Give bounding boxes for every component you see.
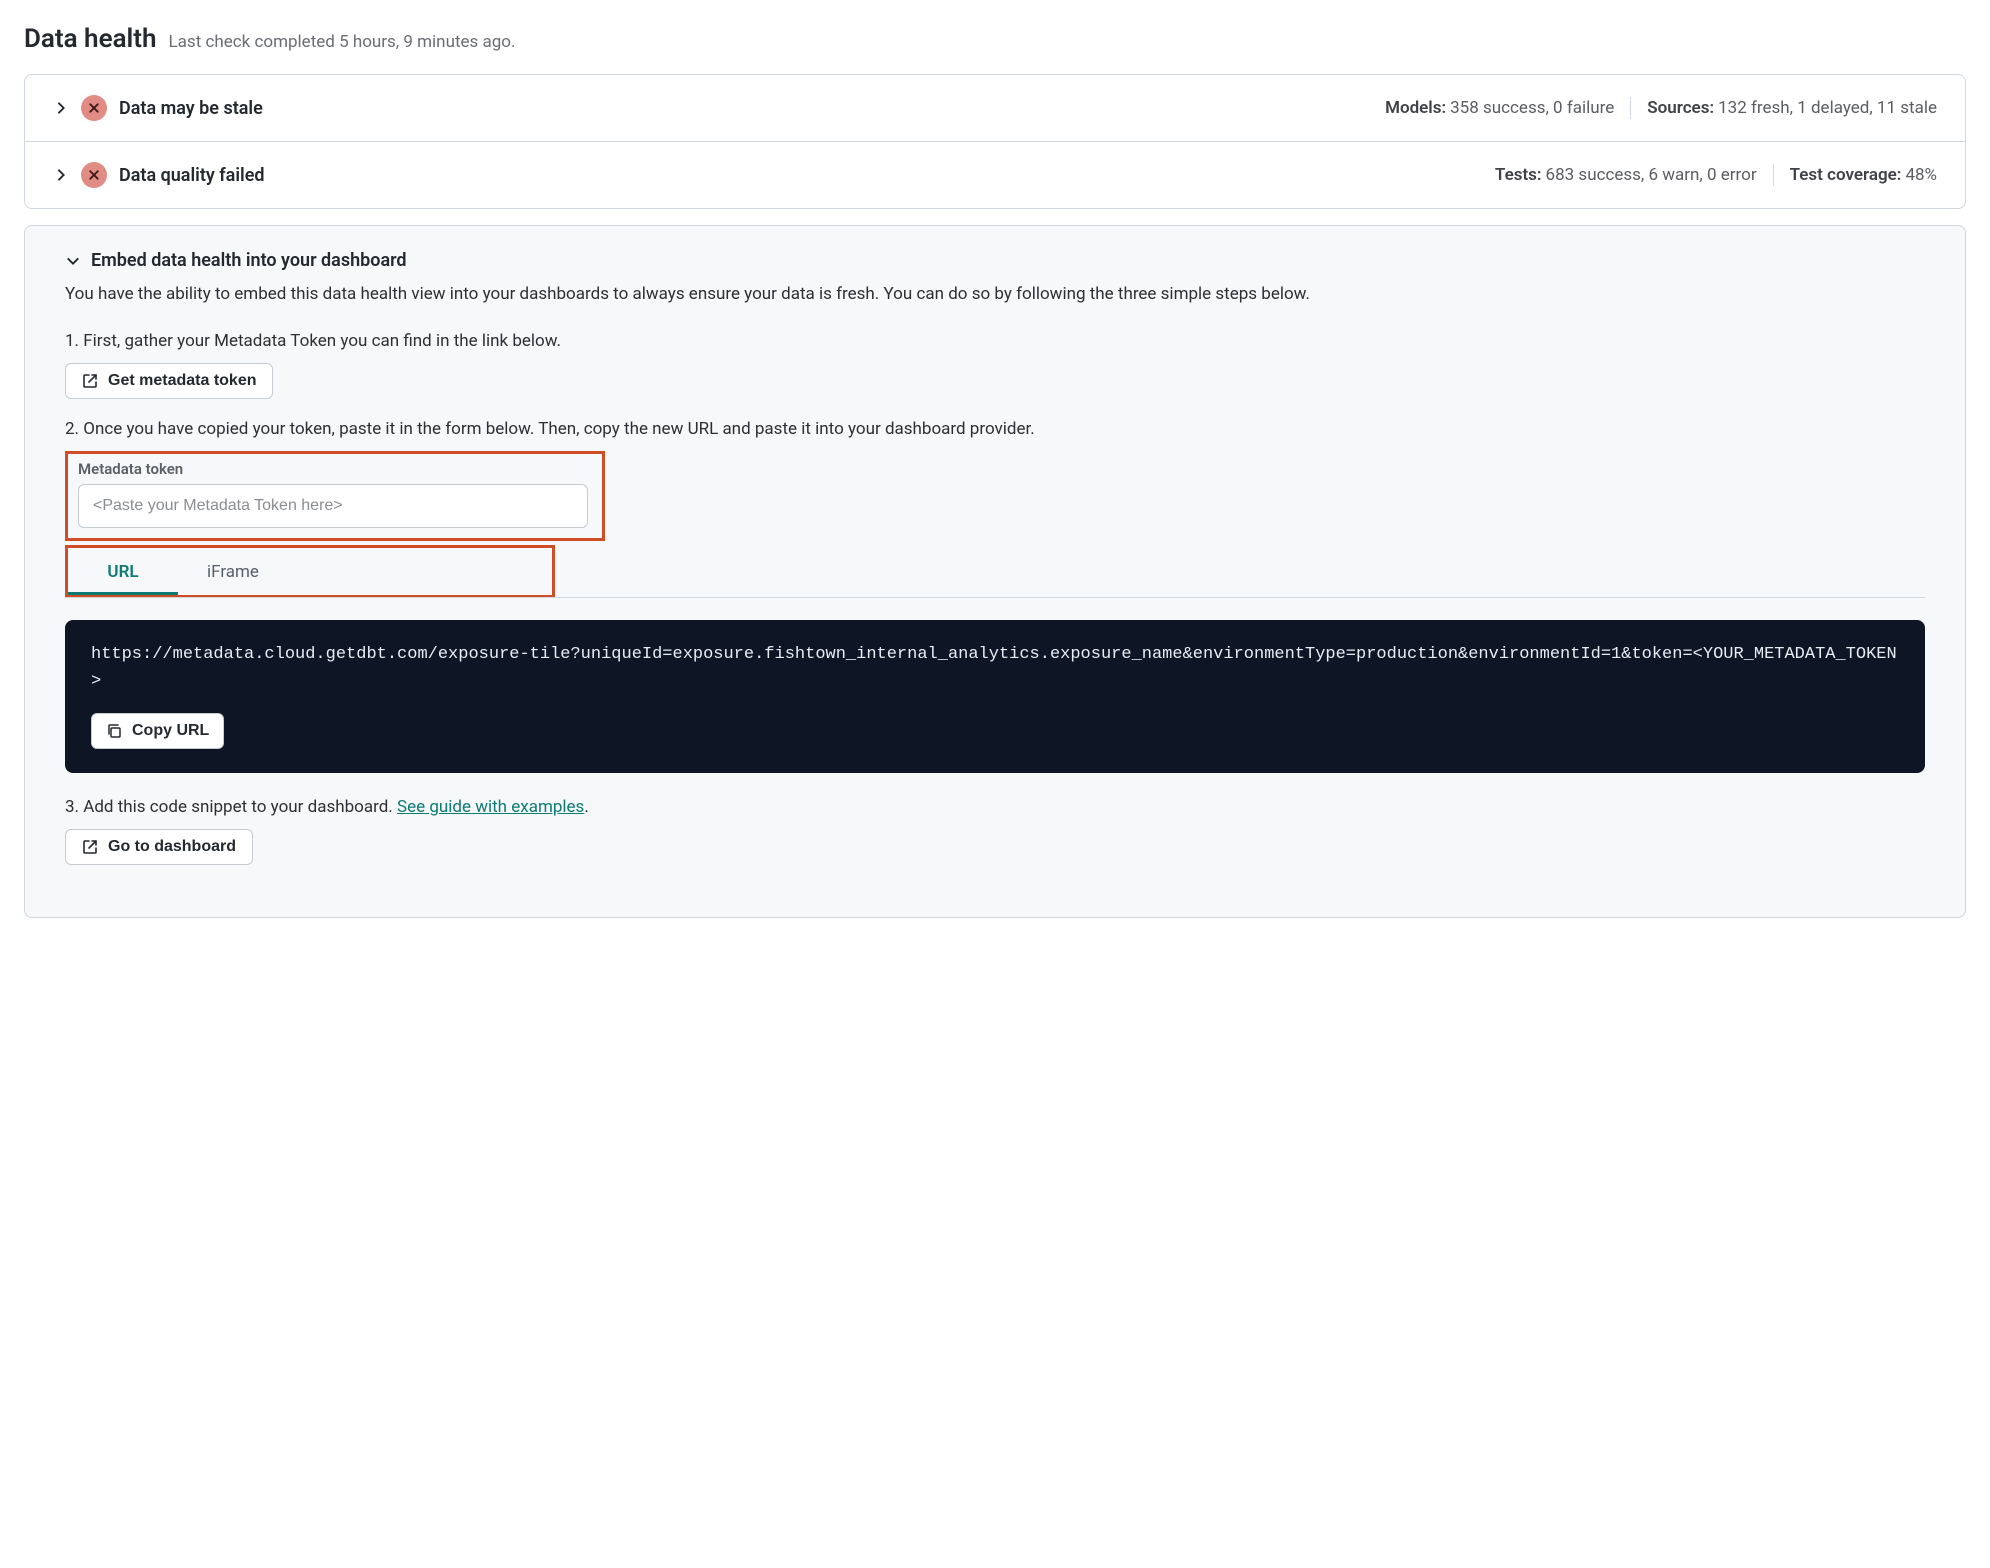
- status-row-title: Data quality failed: [119, 165, 265, 186]
- step3-prefix: 3. Add this code snippet to your dashboa…: [65, 797, 397, 817]
- step-text: 1. First, gather your Metadata Token you…: [65, 331, 1925, 351]
- stat-label: Test coverage:: [1790, 165, 1902, 185]
- status-row-stats: Models:358 success, 0 failure Sources:13…: [1385, 97, 1937, 119]
- metadata-token-input[interactable]: [78, 484, 588, 528]
- get-metadata-token-button[interactable]: Get metadata token: [65, 363, 273, 399]
- stat-separator: [1630, 97, 1631, 119]
- button-label: Go to dashboard: [108, 838, 236, 856]
- page-title: Data health: [24, 24, 157, 54]
- token-highlight-box: Metadata token: [65, 451, 605, 541]
- tab-iframe[interactable]: iFrame: [178, 548, 288, 595]
- embed-card: Embed data health into your dashboard Yo…: [24, 225, 1966, 918]
- external-link-icon: [82, 839, 98, 855]
- step-1: 1. First, gather your Metadata Token you…: [65, 331, 1925, 399]
- step-3: 3. Add this code snippet to your dashboa…: [65, 797, 1925, 865]
- step-text: 2. Once you have copied your token, past…: [65, 419, 1925, 439]
- button-label: Get metadata token: [108, 372, 256, 390]
- step-text: 3. Add this code snippet to your dashboa…: [65, 797, 1925, 817]
- stat-label: Models:: [1385, 98, 1446, 118]
- status-row-title: Data may be stale: [119, 98, 263, 119]
- tabs-highlight-box: URL iFrame: [65, 545, 555, 598]
- stat-label: Tests:: [1495, 165, 1542, 185]
- status-card: Data may be stale Models:358 success, 0 …: [24, 74, 1966, 209]
- step3-suffix: .: [584, 797, 588, 817]
- embed-header[interactable]: Embed data health into your dashboard: [65, 250, 1925, 271]
- code-block: https://metadata.cloud.getdbt.com/exposu…: [65, 620, 1925, 773]
- status-row-stale[interactable]: Data may be stale Models:358 success, 0 …: [25, 75, 1965, 142]
- step-2: 2. Once you have copied your token, past…: [65, 419, 1925, 773]
- status-row-left: Data quality failed: [53, 162, 1495, 188]
- embed-title: Embed data health into your dashboard: [91, 250, 407, 271]
- embed-tabs: URL iFrame: [68, 548, 552, 595]
- token-field-label: Metadata token: [78, 460, 592, 478]
- page-subtitle: Last check completed 5 hours, 9 minutes …: [169, 32, 516, 52]
- stat-value: 132 fresh, 1 delayed, 11 stale: [1718, 98, 1937, 118]
- stat-separator: [1773, 164, 1774, 186]
- stat-label: Sources:: [1647, 98, 1714, 118]
- chevron-right-icon: [53, 167, 69, 183]
- status-row-stats: Tests:683 success, 6 warn, 0 error Test …: [1495, 164, 1937, 186]
- button-label: Copy URL: [132, 722, 209, 740]
- page-header: Data health Last check completed 5 hours…: [24, 24, 1966, 54]
- error-icon: [81, 162, 107, 188]
- stat-value: 48%: [1905, 165, 1937, 185]
- status-row-quality[interactable]: Data quality failed Tests:683 success, 6…: [25, 142, 1965, 208]
- error-icon: [81, 95, 107, 121]
- external-link-icon: [82, 373, 98, 389]
- copy-icon: [106, 723, 122, 739]
- tabs-underline: [65, 597, 1925, 598]
- chevron-right-icon: [53, 100, 69, 116]
- tab-url[interactable]: URL: [68, 548, 178, 595]
- chevron-down-icon: [65, 253, 81, 269]
- code-text: https://metadata.cloud.getdbt.com/exposu…: [91, 642, 1899, 695]
- stat-value: 358 success, 0 failure: [1450, 98, 1614, 118]
- copy-url-button[interactable]: Copy URL: [91, 713, 224, 749]
- embed-description: You have the ability to embed this data …: [65, 281, 1925, 307]
- status-row-left: Data may be stale: [53, 95, 1385, 121]
- see-guide-link[interactable]: See guide with examples: [397, 797, 584, 817]
- stat-value: 683 success, 6 warn, 0 error: [1546, 165, 1757, 185]
- go-to-dashboard-button[interactable]: Go to dashboard: [65, 829, 253, 865]
